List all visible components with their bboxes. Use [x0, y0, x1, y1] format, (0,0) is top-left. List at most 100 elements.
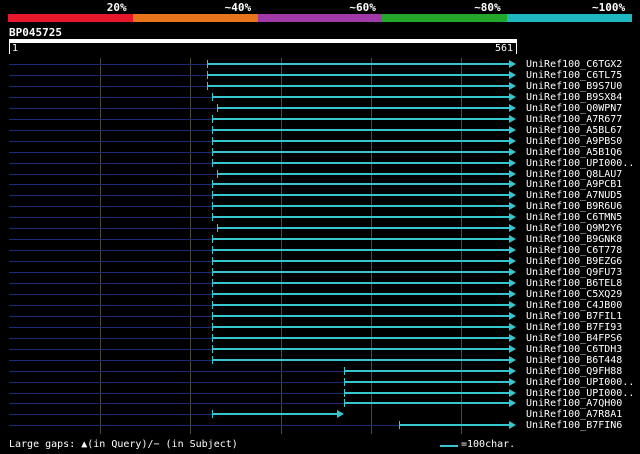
- unaligned-region: [9, 414, 212, 416]
- unaligned-region: [9, 129, 212, 131]
- hit-label[interactable]: UniRef100_Q8LAU7: [526, 169, 622, 180]
- hit-label[interactable]: UniRef100_B7FIN6: [526, 420, 622, 431]
- alignment-line: [211, 303, 510, 306]
- arrow-icon: [509, 311, 516, 320]
- alignment-line: [206, 73, 510, 76]
- hit-list: UniRef100_C6TGX2 UniRef100_C6TL75 UniRef10…: [0, 0, 640, 440]
- hit-label[interactable]: UniRef100_B7FI93: [526, 322, 622, 333]
- hit-label[interactable]: UniRef100_UPI000..: [526, 377, 634, 388]
- unaligned-region: [9, 403, 344, 405]
- hit-label[interactable]: UniRef100_A5B1Q6: [526, 147, 622, 158]
- arrow-icon: [509, 377, 516, 386]
- alignment-line: [211, 336, 510, 339]
- unaligned-region: [9, 272, 212, 274]
- hit-label[interactable]: UniRef100_A9PBS0: [526, 136, 622, 147]
- alignment-line: [211, 205, 510, 208]
- unaligned-region: [9, 239, 212, 241]
- hit-label[interactable]: UniRef100_C6TL75: [526, 70, 622, 81]
- hit-label[interactable]: UniRef100_A7R8A1: [526, 409, 622, 420]
- arrow-icon: [336, 410, 344, 419]
- alignment-line: [211, 150, 510, 153]
- hit-label[interactable]: UniRef100_Q0WPN7: [526, 103, 622, 114]
- alignment-line: [216, 227, 510, 230]
- arrow-icon: [509, 333, 516, 342]
- unaligned-region: [9, 304, 212, 306]
- unaligned-region: [9, 118, 212, 120]
- hit-label[interactable]: UniRef100_A7QH00: [526, 398, 622, 409]
- alignment-line: [343, 391, 510, 394]
- hit-label[interactable]: UniRef100_B6T448: [526, 355, 622, 366]
- hit-label[interactable]: UniRef100_C6T778: [526, 245, 622, 256]
- unaligned-region: [9, 250, 212, 252]
- alignment-line: [211, 260, 510, 263]
- arrow-icon: [509, 114, 516, 123]
- alignment-line: [211, 216, 510, 219]
- unaligned-region: [9, 64, 207, 65]
- arrow-icon: [509, 191, 516, 200]
- alignment-line: [206, 63, 510, 65]
- hit-label[interactable]: UniRef100_A7NUD5: [526, 190, 622, 201]
- arrow-icon: [509, 399, 516, 408]
- hit-label[interactable]: UniRef100_Q9FH88: [526, 366, 622, 377]
- hit-label[interactable]: UniRef100_UPI000..: [526, 158, 634, 169]
- alignment-line: [211, 282, 510, 284]
- unaligned-region: [9, 96, 212, 98]
- hit-label[interactable]: UniRef100_Q9FU73: [526, 267, 622, 278]
- alignment-line: [211, 358, 510, 361]
- alignment-line: [211, 238, 510, 241]
- hit-label[interactable]: UniRef100_B6TEL8: [526, 278, 622, 289]
- unaligned-region: [9, 173, 217, 175]
- hit-label[interactable]: UniRef100_B7FIL1: [526, 311, 622, 322]
- hit-label[interactable]: UniRef100_C6TMN5: [526, 212, 622, 223]
- unaligned-region: [9, 293, 212, 295]
- arrow-icon: [509, 246, 516, 255]
- arrow-icon: [509, 268, 516, 277]
- arrow-icon: [509, 322, 516, 331]
- alignment-line: [211, 117, 510, 120]
- unaligned-region: [9, 217, 212, 219]
- unaligned-region: [9, 315, 212, 317]
- alignment-line: [211, 325, 510, 328]
- arrow-icon: [509, 344, 516, 353]
- unaligned-region: [9, 425, 400, 427]
- arrow-icon: [509, 235, 516, 244]
- hit-label[interactable]: UniRef100_B9GNK8: [526, 234, 622, 245]
- arrow-icon: [509, 289, 516, 298]
- arrow-icon: [509, 81, 516, 90]
- arrow-icon: [509, 202, 516, 211]
- unaligned-region: [9, 381, 344, 383]
- hit-label[interactable]: UniRef100_C4JB00: [526, 300, 622, 311]
- unaligned-region: [9, 74, 207, 76]
- hit-label[interactable]: UniRef100_C6TGX2: [526, 59, 622, 70]
- arrow-icon: [509, 125, 516, 134]
- arrow-icon: [509, 421, 516, 430]
- unaligned-region: [9, 326, 212, 328]
- alignment-line: [211, 347, 510, 350]
- alignment-line: [211, 139, 510, 142]
- hit-label[interactable]: UniRef100_A5BL67: [526, 125, 622, 136]
- unaligned-region: [9, 85, 207, 87]
- hit-label[interactable]: UniRef100_B4FPS6: [526, 333, 622, 344]
- alignment-line: [206, 84, 510, 87]
- unaligned-region: [9, 359, 212, 361]
- hit-label[interactable]: UniRef100_C6TDH3: [526, 344, 622, 355]
- hit-label[interactable]: UniRef100_B9SX84: [526, 92, 622, 103]
- hit-label[interactable]: UniRef100_A9PCB1: [526, 179, 622, 190]
- alignment-line: [211, 95, 510, 98]
- unaligned-region: [9, 261, 212, 263]
- hit-label[interactable]: UniRef100_C5XQ29: [526, 289, 622, 300]
- hit-label[interactable]: UniRef100_UPI000..: [526, 388, 634, 399]
- alignment-line: [211, 271, 510, 274]
- arrow-icon: [509, 355, 516, 364]
- hit-label[interactable]: UniRef100_Q9M2Y6: [526, 223, 622, 234]
- arrow-icon: [509, 388, 516, 397]
- hit-label[interactable]: UniRef100_A7R677: [526, 114, 622, 125]
- hit-label[interactable]: UniRef100_B9EZG6: [526, 256, 622, 267]
- hit-label[interactable]: UniRef100_B9S7U0: [526, 81, 622, 92]
- arrow-icon: [509, 70, 516, 79]
- hit-label[interactable]: UniRef100_B9R6U6: [526, 201, 622, 212]
- unaligned-region: [9, 392, 344, 394]
- unaligned-region: [9, 228, 217, 230]
- arrow-icon: [509, 169, 516, 178]
- unaligned-region: [9, 195, 212, 197]
